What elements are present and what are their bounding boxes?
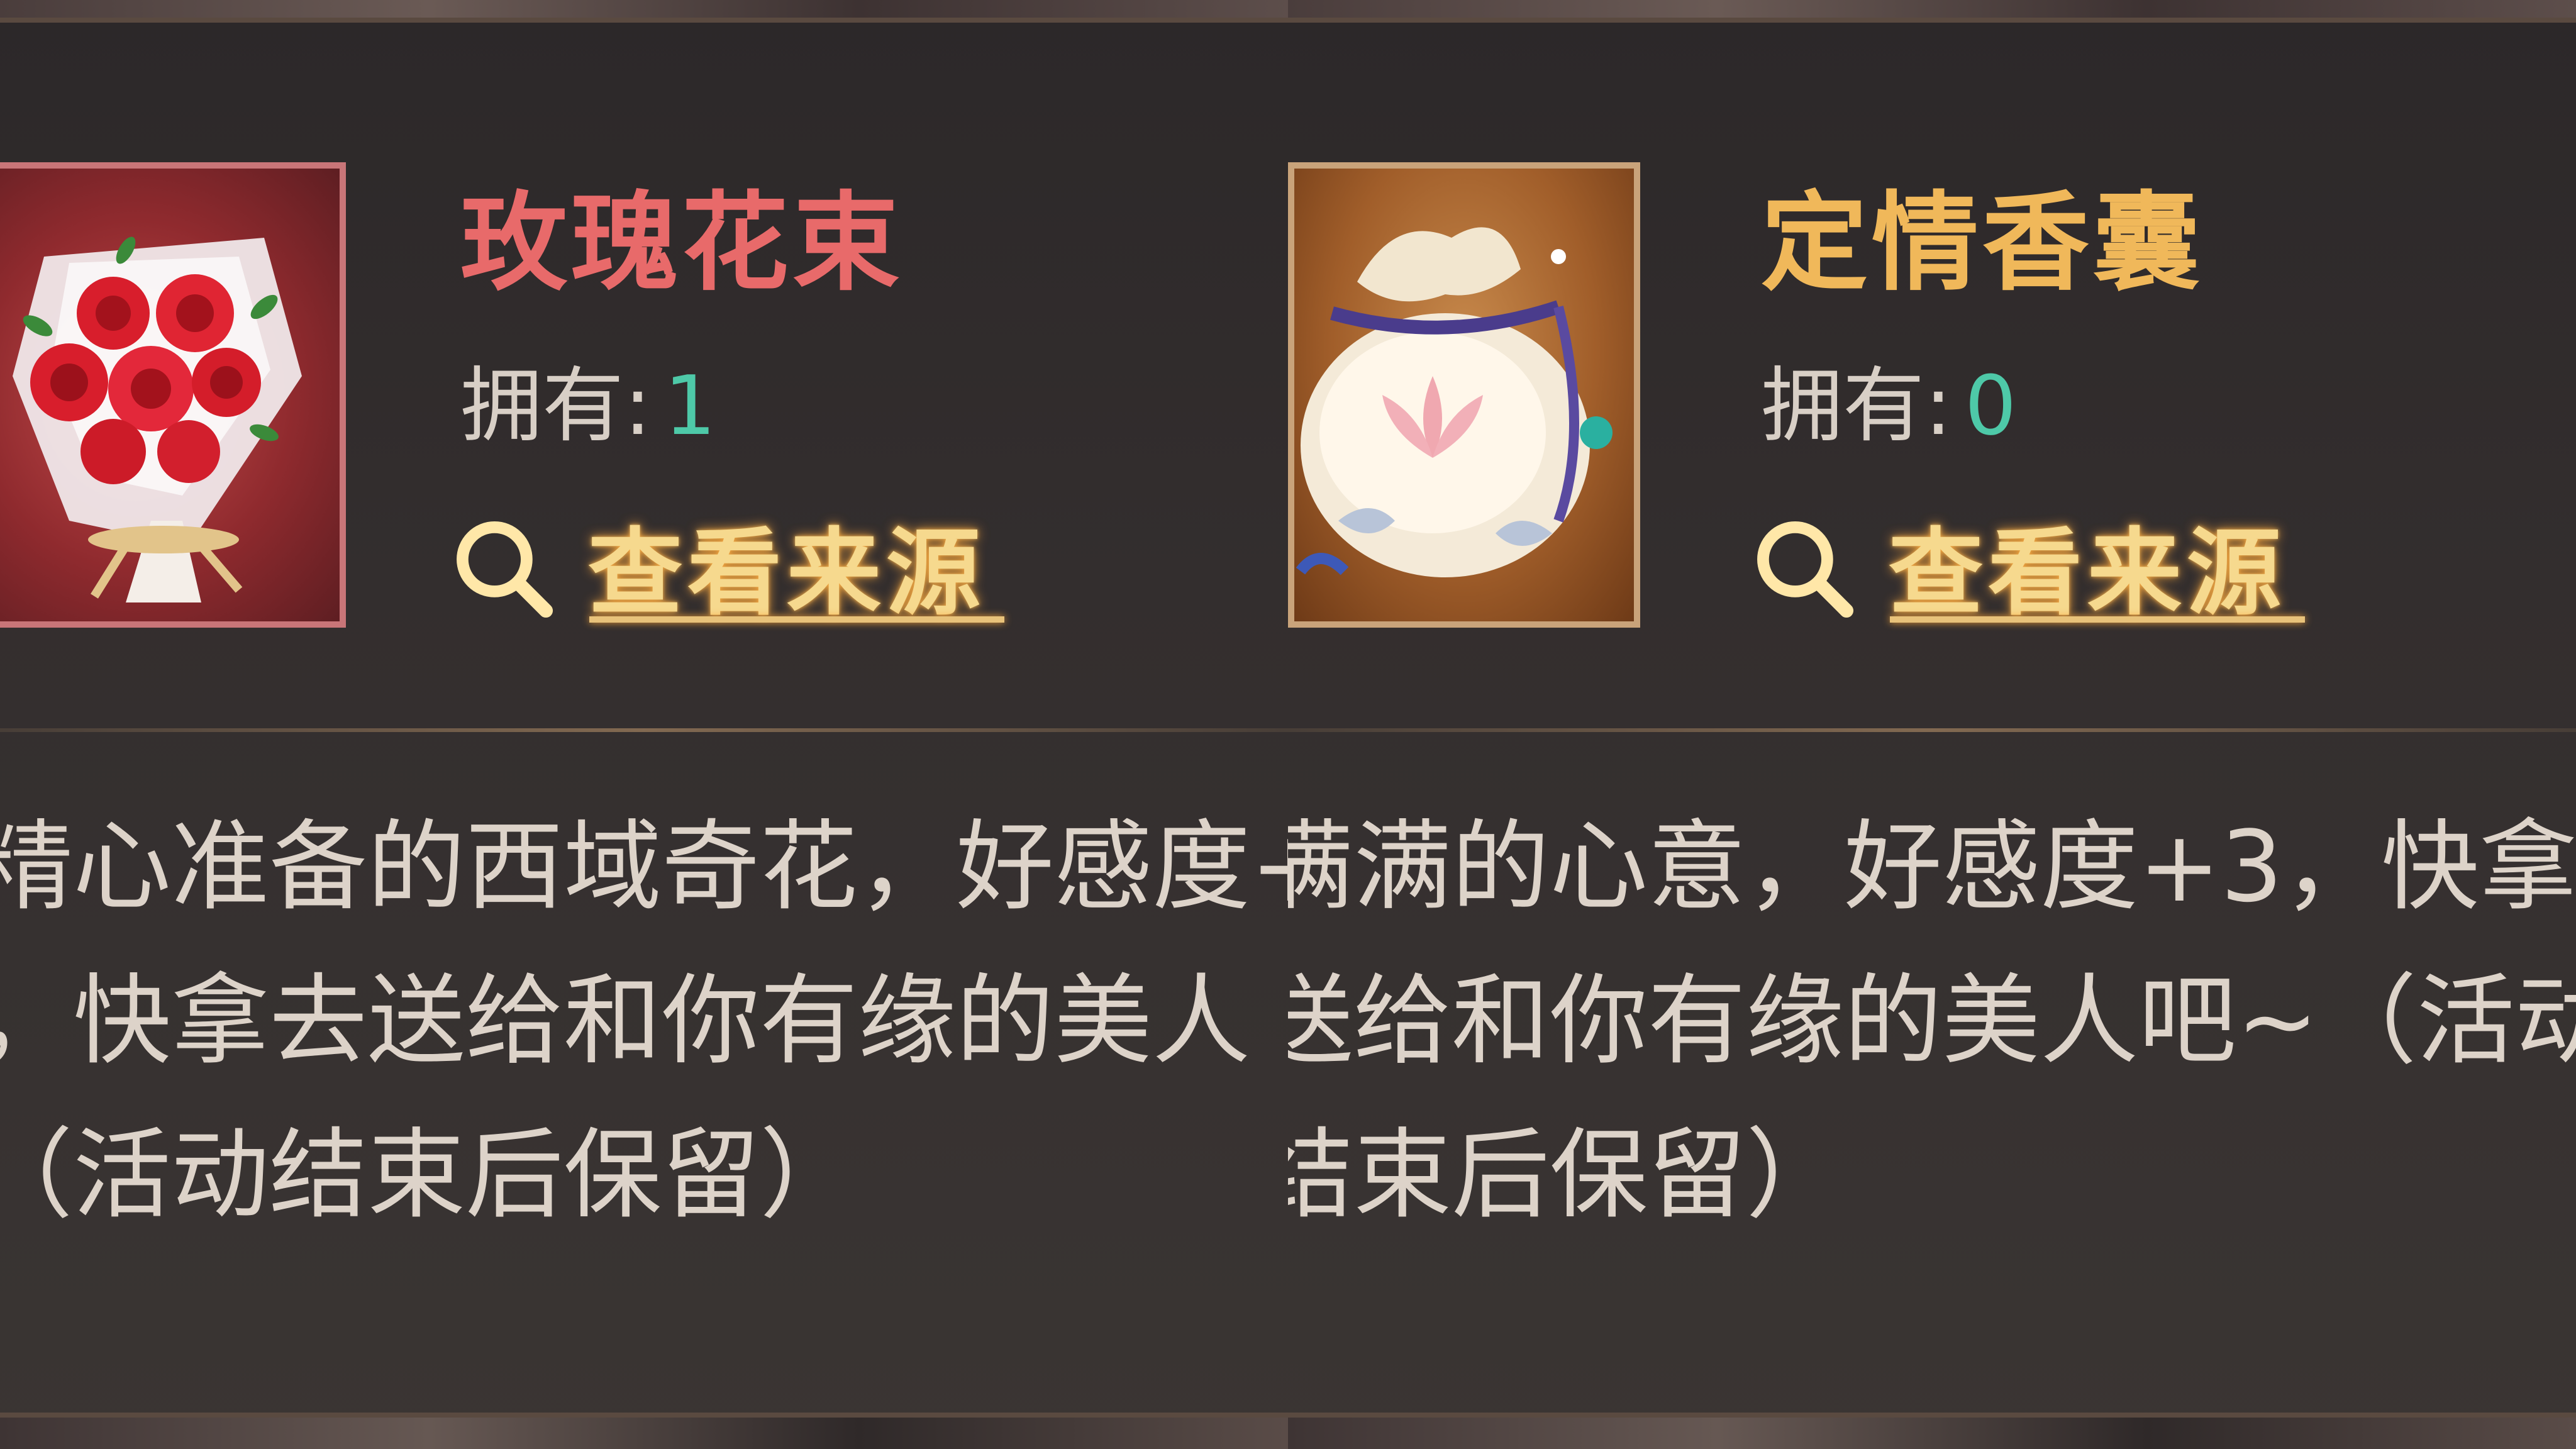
panel-border-bottom [0, 1413, 1288, 1418]
owned-label: 拥有: [460, 358, 652, 453]
section-divider [1288, 728, 2576, 732]
description-line: 结束后保留） [1288, 1118, 1844, 1232]
description-line: ，快拿去送给和你有缘的美人 [0, 963, 1250, 1078]
section-divider [0, 728, 1288, 732]
owned-value: 0 [1964, 358, 2017, 453]
item-tooltip-rose-bouquet: 玫瑰花束 拥有: 1 查看来源 精心准备的西域奇花，好感度+ ，快拿去送给和你有缘… [0, 0, 1288, 1449]
search-icon [1757, 521, 1854, 618]
panel-border-top [1288, 18, 2576, 23]
split-screenshot: 玫瑰花束 拥有: 1 查看来源 精心准备的西域奇花，好感度+ ，快拿去送给和你有缘… [0, 0, 2576, 1449]
panel-border-top [0, 18, 1288, 23]
link-underline [589, 616, 1004, 623]
background-strip-bottom [0, 1418, 1288, 1449]
description-line: 精心准备的西域奇花，好感度+ [0, 809, 1288, 924]
description-line: （活动结束后保留） [0, 1118, 858, 1232]
sachet-icon [1296, 227, 1613, 577]
item-icon-frame [0, 162, 346, 628]
owned-label: 拥有: [1761, 358, 1952, 453]
item-icon-frame [1288, 162, 1640, 628]
background-strip-top [0, 0, 1288, 18]
view-source-label: 查看来源 [1889, 518, 2287, 628]
rose-bouquet-icon [13, 236, 302, 602]
item-name: 定情香囊 [1761, 181, 2204, 306]
panel-border-bottom [1288, 1413, 2576, 1418]
view-source-link[interactable]: 查看来源 [450, 491, 1004, 629]
background-strip-top [1288, 0, 2576, 18]
view-source-link[interactable]: 查看来源 [1750, 491, 2305, 629]
item-tooltip-sachet: 定情香囊 拥有: 0 查看来源 满满的心意，好感度+3，快拿去 送给和你有缘的美人… [1288, 0, 2576, 1449]
description-line: 送给和你有缘的美人吧~（活动 [1288, 963, 2576, 1078]
background-strip-bottom [1288, 1418, 2576, 1449]
owned-count-row: 拥有: 1 [460, 340, 716, 458]
view-source-label: 查看来源 [588, 518, 986, 628]
owned-count-row: 拥有: 0 [1761, 340, 2017, 458]
owned-value: 1 [663, 358, 716, 453]
description-line: 满满的心意，好感度+3，快拿去 [1288, 809, 2576, 924]
link-underline [1890, 616, 2305, 623]
search-icon [457, 521, 553, 618]
item-name: 玫瑰花束 [460, 181, 904, 306]
